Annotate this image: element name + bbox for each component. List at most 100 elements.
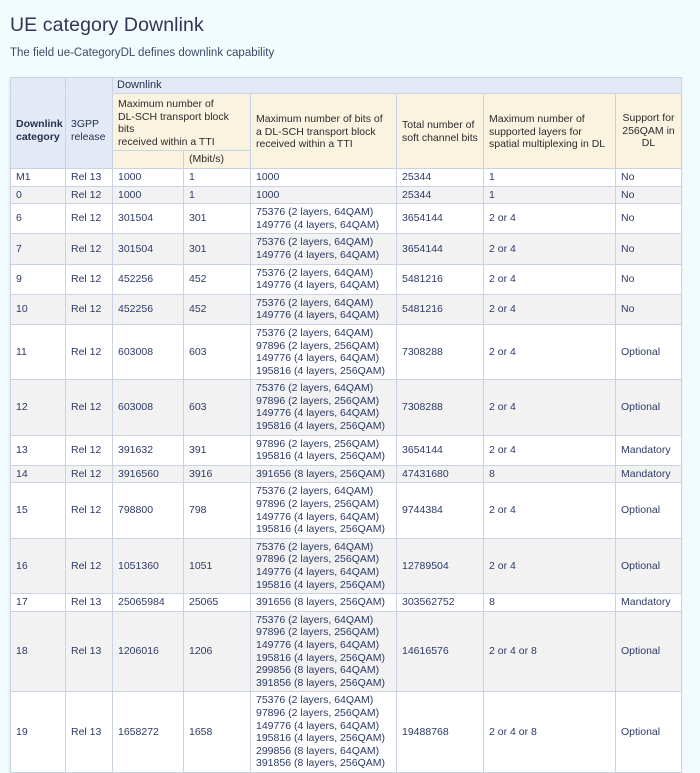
table-row[interactable]: 11Rel 1260300860375376 (2 layers, 64QAM)…	[11, 324, 682, 379]
cell-layers: 2 or 4	[484, 538, 616, 593]
cell-soft_bits: 3654144	[397, 204, 484, 234]
table-group-header-row: Downlink	[11, 78, 682, 94]
cell-max_tb_bits: 75376 (2 layers, 64QAM) 149776 (4 layers…	[251, 264, 397, 294]
cell-qam256: Optional	[616, 380, 682, 435]
cell-max_tb_bits: 391656 (8 layers, 256QAM)	[251, 465, 397, 483]
cell-max_tb_bits: 75376 (2 layers, 64QAM) 149776 (4 layers…	[251, 234, 397, 264]
cell-qam256: Mandatory	[616, 465, 682, 483]
cell-max_bits: 1000	[113, 168, 184, 186]
cell-layers: 2 or 4	[484, 324, 616, 379]
cell-layers: 2 or 4	[484, 234, 616, 264]
cell-release: Rel 12	[66, 324, 113, 379]
table-row[interactable]: 15Rel 1279880079875376 (2 layers, 64QAM)…	[11, 483, 682, 538]
table-row[interactable]: 9Rel 1245225645275376 (2 layers, 64QAM) …	[11, 264, 682, 294]
table-row[interactable]: 17Rel 132506598425065391656 (8 layers, 2…	[11, 594, 682, 612]
cell-max_bits: 391632	[113, 435, 184, 465]
cell-layers: 1	[484, 186, 616, 204]
cell-soft_bits: 12789504	[397, 538, 484, 593]
header-soft-channel-bits[interactable]: Total number of soft channel bits	[397, 94, 484, 169]
cell-release: Rel 13	[66, 692, 113, 773]
cell-soft_bits: 14616576	[397, 611, 484, 692]
cell-qam256: No	[616, 294, 682, 324]
cell-category: 6	[11, 204, 66, 234]
cell-soft_bits: 7308288	[397, 380, 484, 435]
header-support-256qam[interactable]: Support for 256QAM in DL	[616, 94, 682, 169]
cell-category: 0	[11, 186, 66, 204]
cell-mbits: 798	[184, 483, 251, 538]
cell-release: Rel 12	[66, 204, 113, 234]
cell-mbits: 1	[184, 186, 251, 204]
cell-max_tb_bits: 1000	[251, 186, 397, 204]
cell-qam256: No	[616, 234, 682, 264]
cell-qam256: No	[616, 264, 682, 294]
cell-qam256: Optional	[616, 483, 682, 538]
table-row[interactable]: 18Rel 131206016120675376 (2 layers, 64QA…	[11, 611, 682, 692]
header-supported-layers[interactable]: Maximum number of supported layers for s…	[484, 94, 616, 169]
cell-category: 7	[11, 234, 66, 264]
cell-soft_bits: 7308288	[397, 324, 484, 379]
table-header-row: Downlink category 3GPP release Maximum n…	[11, 94, 682, 151]
cell-soft_bits: 25344	[397, 186, 484, 204]
cell-qam256: Mandatory	[616, 594, 682, 612]
cell-max_tb_bits: 75376 (2 layers, 64QAM) 149776 (4 layers…	[251, 294, 397, 324]
page-subtitle: The field ue-CategoryDL defines downlink…	[0, 37, 700, 60]
cell-category: 15	[11, 483, 66, 538]
cell-soft_bits: 5481216	[397, 294, 484, 324]
cell-release: Rel 12	[66, 435, 113, 465]
cell-release: Rel 12	[66, 538, 113, 593]
cell-category: 10	[11, 294, 66, 324]
cell-qam256: No	[616, 168, 682, 186]
cell-mbits: 1051	[184, 538, 251, 593]
cell-category: 17	[11, 594, 66, 612]
table-row[interactable]: 12Rel 1260300860375376 (2 layers, 64QAM)…	[11, 380, 682, 435]
table-row[interactable]: 7Rel 1230150430175376 (2 layers, 64QAM) …	[11, 234, 682, 264]
header-spacer-category	[11, 78, 66, 94]
table-row[interactable]: M1Rel 13100011000253441No	[11, 168, 682, 186]
table-row[interactable]: 14Rel 1239165603916391656 (8 layers, 256…	[11, 465, 682, 483]
cell-max_tb_bits: 1000	[251, 168, 397, 186]
cell-max_bits: 1658272	[113, 692, 184, 773]
table-row[interactable]: 19Rel 131658272165875376 (2 layers, 64QA…	[11, 692, 682, 773]
header-downlink-category[interactable]: Downlink category	[11, 94, 66, 169]
cell-layers: 2 or 4	[484, 204, 616, 234]
cell-layers: 8	[484, 594, 616, 612]
cell-layers: 8	[484, 465, 616, 483]
cell-layers: 2 or 4 or 8	[484, 611, 616, 692]
cell-soft_bits: 3654144	[397, 234, 484, 264]
table-row[interactable]: 13Rel 1239163239197896 (2 layers, 256QAM…	[11, 435, 682, 465]
cell-category: 18	[11, 611, 66, 692]
cell-mbits: 1206	[184, 611, 251, 692]
cell-release: Rel 13	[66, 594, 113, 612]
cell-mbits: 1658	[184, 692, 251, 773]
cell-release: Rel 12	[66, 186, 113, 204]
cell-max_tb_bits: 391656 (8 layers, 256QAM)	[251, 594, 397, 612]
cell-layers: 2 or 4	[484, 264, 616, 294]
cell-max_bits: 798800	[113, 483, 184, 538]
table-row[interactable]: 16Rel 121051360105175376 (2 layers, 64QA…	[11, 538, 682, 593]
cell-max_bits: 1000	[113, 186, 184, 204]
cell-max_tb_bits: 75376 (2 layers, 64QAM) 97896 (2 layers,…	[251, 324, 397, 379]
cell-qam256: No	[616, 204, 682, 234]
table-row[interactable]: 0Rel 12100011000253441No	[11, 186, 682, 204]
cell-release: Rel 13	[66, 168, 113, 186]
cell-max_tb_bits: 97896 (2 layers, 256QAM) 195816 (4 layer…	[251, 435, 397, 465]
header-max-tb-bits[interactable]: Maximum number of bits of a DL-SCH trans…	[251, 94, 397, 169]
table-head: Downlink Downlink category 3GPP release …	[11, 78, 682, 169]
cell-release: Rel 13	[66, 611, 113, 692]
cell-category: 12	[11, 380, 66, 435]
cell-release: Rel 12	[66, 483, 113, 538]
header-3gpp-release[interactable]: 3GPP release	[66, 94, 113, 169]
ue-category-downlink-table: Downlink Downlink category 3GPP release …	[10, 77, 682, 773]
cell-mbits: 603	[184, 380, 251, 435]
table-row[interactable]: 10Rel 1245225645275376 (2 layers, 64QAM)…	[11, 294, 682, 324]
cell-max_bits: 3916560	[113, 465, 184, 483]
header-max-dlsch-bits[interactable]: Maximum number of DL-SCH transport block…	[113, 94, 251, 151]
cell-release: Rel 12	[66, 380, 113, 435]
table-row[interactable]: 6Rel 1230150430175376 (2 layers, 64QAM) …	[11, 204, 682, 234]
cell-release: Rel 12	[66, 264, 113, 294]
cell-mbits: 3916	[184, 465, 251, 483]
cell-max_bits: 1051360	[113, 538, 184, 593]
cell-max_bits: 1206016	[113, 611, 184, 692]
header-mbit-per-second[interactable]: (Mbit/s)	[184, 151, 251, 169]
cell-max_tb_bits: 75376 (2 layers, 64QAM) 97896 (2 layers,…	[251, 692, 397, 773]
